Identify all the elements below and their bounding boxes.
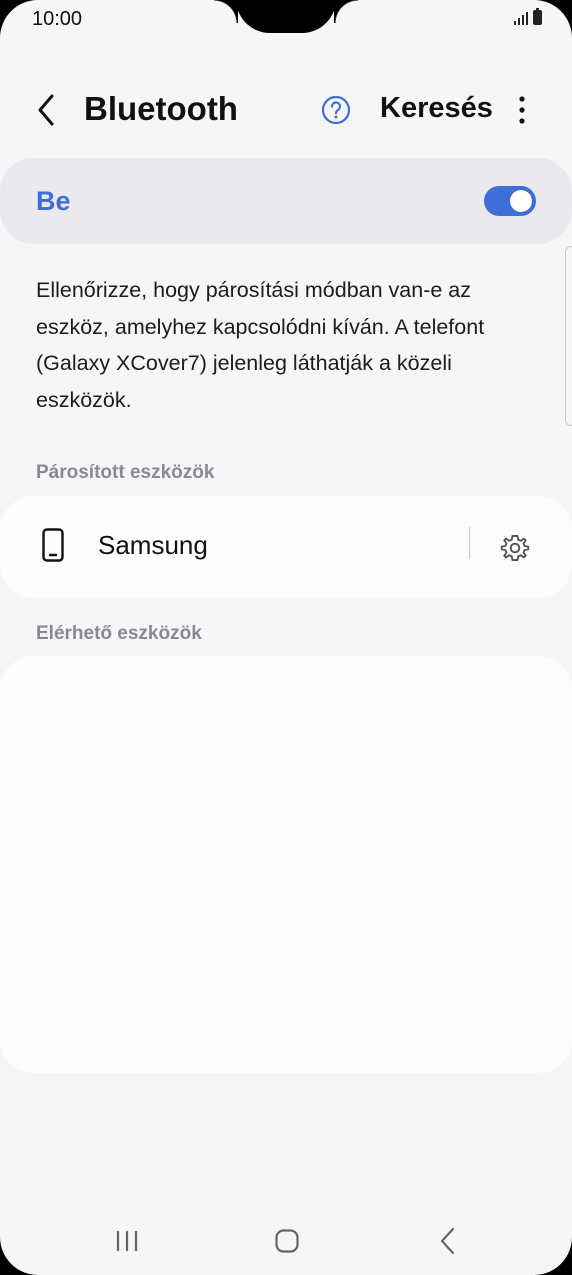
device-name: Samsung — [98, 530, 208, 560]
bluetooth-toggle-row[interactable]: Be — [0, 158, 572, 244]
battery-icon — [533, 8, 542, 25]
search-button[interactable]: Keresés — [380, 92, 493, 125]
back-icon[interactable] — [436, 1226, 460, 1256]
bluetooth-switch[interactable] — [484, 186, 536, 216]
phone-icon — [42, 528, 64, 562]
toggle-label: Be — [36, 186, 71, 216]
app-header: Bluetooth Keresés — [0, 80, 572, 140]
visibility-description: Ellenőrizze, hogy párosítási módban van-… — [36, 278, 485, 412]
scroll-indicator[interactable] — [565, 246, 572, 426]
list-item[interactable]: Samsung — [0, 496, 460, 598]
back-arrow-icon[interactable] — [32, 92, 62, 128]
available-devices-card — [0, 656, 572, 1073]
switch-knob — [510, 190, 532, 212]
paired-devices-heading: Párosított eszközök — [36, 462, 215, 483]
available-devices-heading: Elérhető eszközök — [36, 623, 202, 644]
signal-icon — [514, 11, 528, 25]
paired-devices-card: Samsung — [0, 496, 572, 598]
help-icon[interactable] — [320, 94, 352, 126]
status-icons — [514, 8, 542, 25]
divider — [469, 527, 470, 559]
more-options-icon[interactable] — [512, 94, 532, 126]
page-title: Bluetooth — [84, 90, 238, 127]
recents-icon[interactable] — [114, 1228, 140, 1254]
camera-notch — [214, 0, 358, 33]
status-time: 10:00 — [32, 8, 83, 30]
navigation-bar — [0, 1210, 572, 1270]
gear-icon[interactable] — [499, 532, 531, 564]
bluetooth-settings-screen: 10:00 Bluetooth Keresés Be Ellenőrizze, … — [0, 0, 572, 1275]
home-icon[interactable] — [274, 1228, 300, 1254]
